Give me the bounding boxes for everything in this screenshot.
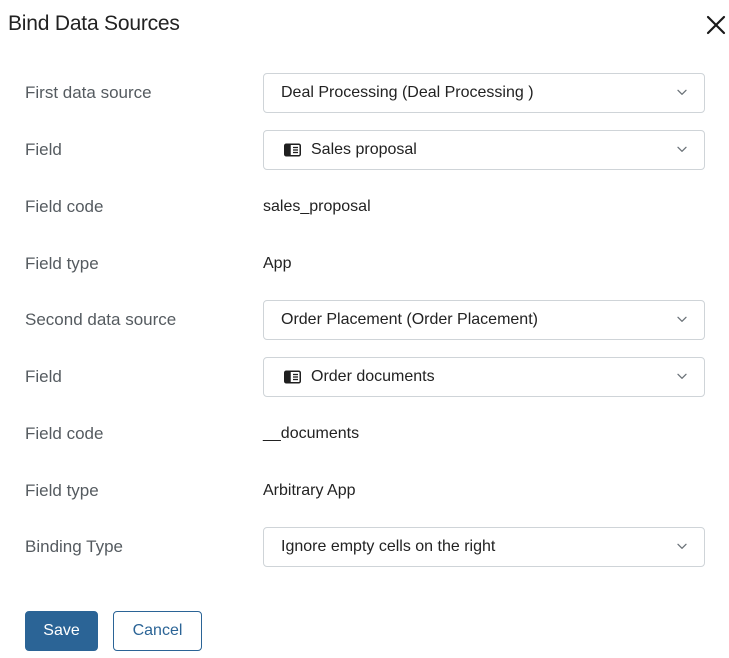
first-data-source-label: First data source [25, 83, 152, 102]
first-field-label: Field [25, 140, 62, 159]
second-field-type-value: Arbitrary App [263, 482, 356, 499]
second-field-code-label: Field code [25, 424, 104, 443]
binding-type-row: Binding Type Ignore empty cells on the r… [0, 527, 729, 567]
first-field-type-label: Field type [25, 254, 99, 273]
second-field-select[interactable]: Order documents [263, 357, 705, 397]
chevron-down-icon [677, 373, 687, 380]
first-field-value: Sales proposal [311, 141, 417, 158]
binding-type-value: Ignore empty cells on the right [281, 538, 496, 555]
second-data-source-value: Order Placement (Order Placement) [281, 311, 538, 328]
close-button[interactable] [703, 12, 729, 38]
first-field-code-label: Field code [25, 197, 104, 216]
second-field-code-row: Field code __documents [0, 414, 729, 454]
second-data-source-select[interactable]: Order Placement (Order Placement) [263, 300, 705, 340]
save-button[interactable]: Save [25, 611, 98, 651]
second-field-row: Field Order documents [0, 357, 729, 397]
second-field-type-label: Field type [25, 481, 99, 500]
binding-type-label: Binding Type [25, 537, 123, 556]
second-field-value: Order documents [311, 368, 435, 385]
second-data-source-label: Second data source [25, 310, 177, 329]
first-data-source-select[interactable]: Deal Processing (Deal Processing ) [263, 73, 705, 113]
second-field-code-value: __documents [263, 425, 360, 442]
cancel-button[interactable]: Cancel [113, 611, 202, 651]
first-field-type-value: App [263, 255, 292, 272]
app-icon [284, 143, 301, 157]
chevron-down-icon [677, 316, 687, 323]
chevron-down-icon [677, 146, 687, 153]
first-data-source-row: First data source Deal Processing (Deal … [0, 73, 729, 113]
chevron-down-icon [677, 89, 687, 96]
second-field-type-row: Field type Arbitrary App [0, 471, 729, 511]
binding-type-select[interactable]: Ignore empty cells on the right [263, 527, 705, 567]
first-data-source-value: Deal Processing (Deal Processing ) [281, 84, 534, 101]
first-field-row: Field Sales proposal [0, 130, 729, 170]
chevron-down-icon [677, 543, 687, 550]
second-field-label: Field [25, 367, 62, 386]
first-field-select[interactable]: Sales proposal [263, 130, 705, 170]
second-data-source-row: Second data source Order Placement (Orde… [0, 300, 729, 340]
close-icon [706, 15, 726, 35]
first-field-code-value: sales_proposal [263, 198, 371, 215]
bind-data-sources-dialog: Bind Data Sources First data source Deal… [0, 0, 729, 658]
app-icon [284, 370, 301, 384]
first-field-code-row: Field code sales_proposal [0, 187, 729, 227]
dialog-title: Bind Data Sources [8, 12, 180, 35]
first-field-type-row: Field type App [0, 244, 729, 284]
